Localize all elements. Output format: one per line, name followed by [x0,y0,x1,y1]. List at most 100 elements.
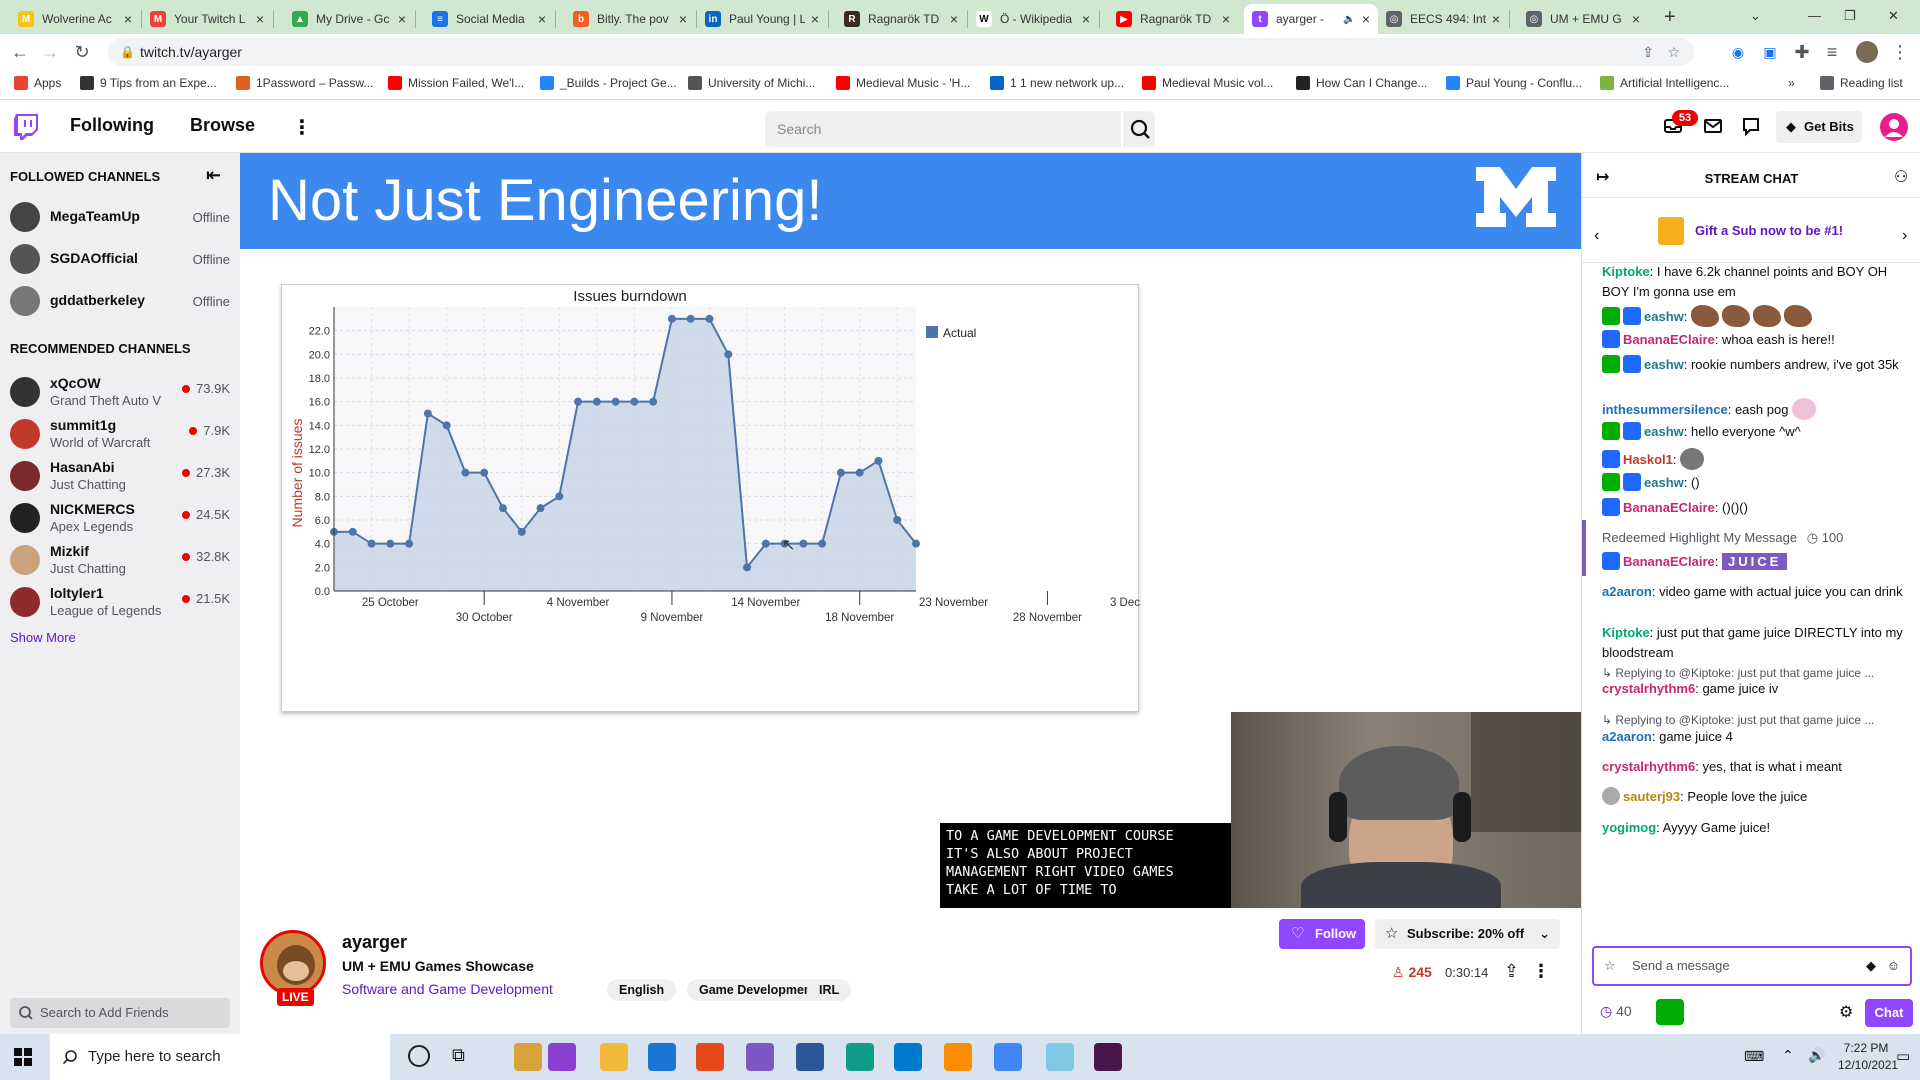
tab-close-icon[interactable]: × [256,11,264,27]
nav-more-icon[interactable]: ⋮ [292,115,312,140]
bookmark-item[interactable]: 9 Tips from an Expe... [80,76,217,90]
window-restore-icon[interactable]: ❐ [1844,8,1856,24]
browser-tab[interactable]: ≡ Social Media × [424,4,554,34]
task-view-icon[interactable]: ⧉ [452,1045,465,1066]
app-icon[interactable] [1046,1043,1074,1071]
stream-category-link[interactable]: Software and Game Development [342,981,553,997]
word-icon[interactable] [796,1043,824,1071]
windows-start-icon[interactable] [14,1048,32,1066]
menu-icon[interactable]: ⋮ [1890,42,1910,62]
browser-tab[interactable]: R Ragnarök TD × [836,4,966,34]
bookmark-item[interactable]: Paul Young - Conflu... [1446,76,1582,90]
bookmark-item[interactable]: 1Password – Passw... [236,76,373,90]
chrome-icon[interactable] [994,1043,1022,1071]
system-tray-chevron-icon[interactable]: ⌃ [1782,1047,1794,1064]
channel-points-balance[interactable]: ◷ 40 [1600,1003,1632,1020]
browser-tab[interactable]: in Paul Young | L × [697,4,827,34]
tab-close-icon[interactable]: × [1222,11,1230,27]
twitch-logo-icon[interactable] [14,114,38,140]
video-player[interactable]: Not Just Engineering! Issues burndown Nu… [240,153,1581,908]
chat-message-input[interactable]: ☆ Send a message ◆ ☺ [1592,946,1912,986]
recommended-channel-item[interactable]: summit1g World of Warcraft 7.9K [0,415,240,455]
recommended-channel-item[interactable]: NICKMERCS Apex Legends 24.5K [0,499,240,539]
tab-search-icon[interactable]: ⌄ [1750,8,1761,24]
recommended-channel-item[interactable]: loltyler1 League of Legends 21.5K [0,583,240,623]
file-explorer-icon[interactable] [600,1043,628,1071]
bookmark-item[interactable]: Medieval Music vol... [1142,76,1273,90]
bookmark-item[interactable]: 1 1 new network up... [990,76,1124,90]
tab-close-icon[interactable]: × [398,11,406,27]
app-icon[interactable] [944,1043,972,1071]
file-cabinet-icon[interactable] [514,1043,542,1071]
tab-close-icon[interactable]: × [811,11,819,27]
slack-icon[interactable] [1094,1043,1122,1071]
forward-icon[interactable]: → [40,42,60,62]
collapse-sidebar-icon[interactable]: ⇤ [206,165,221,186]
friend-search-input[interactable]: Search to Add Friends [10,998,230,1028]
vscode-icon[interactable] [894,1043,922,1071]
nav-following[interactable]: Following [70,115,154,136]
tab-close-icon[interactable]: × [538,11,546,27]
followed-channel-item[interactable]: SGDAOfficial Offline [0,240,240,280]
taskbar-search-input[interactable]: Type here to search [50,1034,390,1080]
browser-tab[interactable]: b Bitly. The pov × [565,4,695,34]
url-input[interactable]: 🔒 twitch.tv/ayarger ⇪ ☆ [108,38,1694,66]
emote-picker-icon[interactable]: ☺ [1887,948,1900,984]
keyboard-icon[interactable]: ⌨ [1744,1048,1764,1065]
bookmark-star-icon[interactable]: ☆ [1667,38,1680,66]
media-icon[interactable]: ≡ [1822,42,1842,62]
bookmark-item[interactable]: Medieval Music - 'H... [836,76,970,90]
recommended-channel-item[interactable]: xQcOW Grand Theft Auto V 73.9K [0,373,240,413]
tab-close-icon[interactable]: × [1362,11,1370,27]
bookmarks-more[interactable]: » [1788,76,1795,90]
more-options-icon[interactable]: ⋮ [1532,961,1550,982]
follow-button[interactable]: ♡ Follow [1279,919,1365,949]
extension-icon[interactable]: ◉ [1728,42,1748,62]
bookmark-item[interactable]: University of Michi... [688,76,815,90]
edge-icon[interactable] [846,1043,874,1071]
bits-icon[interactable]: ◆ [1866,948,1876,984]
tab-close-icon[interactable]: × [1082,11,1090,27]
tab-close-icon[interactable]: × [950,11,958,27]
office-icon[interactable] [696,1043,724,1071]
browser-tab[interactable]: W Ö - Wikipedia × [968,4,1098,34]
share-icon[interactable]: ⇪ [1642,38,1654,66]
browser-tab[interactable]: ▶ Ragnarök TD × [1108,4,1238,34]
followed-channel-item[interactable]: gddatberkeley Offline [0,282,240,322]
mail-icon[interactable] [648,1043,676,1071]
share-icon[interactable]: ⇪ [1504,961,1519,982]
window-minimize-icon[interactable]: — [1808,8,1821,23]
taskbar-clock[interactable]: 7:22 PM 12/10/2021 [1838,1040,1898,1074]
browser-tab[interactable]: ◎ EECS 494: Intr × [1378,4,1508,34]
bookmark-item[interactable]: Artificial Intelligenc... [1600,76,1729,90]
browser-tab[interactable]: ▲ My Drive - Gc × [284,4,414,34]
notification-center-icon[interactable]: ▭ [1896,1047,1910,1065]
get-bits-button[interactable]: ◆ Get Bits [1776,111,1862,143]
nav-browse[interactable]: Browse [190,115,255,136]
bookmark-item[interactable]: Apps [14,76,61,90]
browser-tab[interactable]: M Your Twitch L × [142,4,272,34]
app-icon[interactable] [548,1043,576,1071]
volume-icon[interactable]: 🔊 [1808,1047,1825,1064]
show-more-link[interactable]: Show More [10,630,76,645]
streamer-avatar[interactable] [260,930,326,996]
tab-close-icon[interactable]: × [1632,11,1640,27]
gift-sub-banner[interactable]: Gift a Sub now to be #1! [1695,223,1843,238]
tab-close-icon[interactable]: × [1492,11,1500,27]
tab-audio-icon[interactable]: 🔈 [1343,14,1355,25]
subscribe-button[interactable]: ☆ Subscribe: 20% off ⌄ [1375,919,1560,949]
recommended-channel-item[interactable]: Mizkif Just Chatting 32.8K [0,541,240,581]
extensions-puzzle-icon[interactable]: ✚ [1792,42,1812,62]
followed-channel-item[interactable]: MegaTeamUp Offline [0,198,240,238]
browser-tab[interactable]: t ayarger - 🔈 × [1244,4,1378,34]
browser-tab[interactable]: M Wolverine Ac × [10,4,140,34]
tab-close-icon[interactable]: × [679,11,687,27]
channel-name[interactable]: ayarger [342,932,407,953]
carousel-prev-icon[interactable]: ‹ [1594,227,1599,245]
bookmark-item[interactable]: How Can I Change... [1296,76,1427,90]
tab-close-icon[interactable]: × [124,11,132,27]
whispers-icon[interactable] [1740,115,1762,142]
search-input[interactable]: Search [765,111,1121,147]
chat-send-button[interactable]: Chat [1865,999,1913,1027]
search-button[interactable] [1121,111,1155,147]
